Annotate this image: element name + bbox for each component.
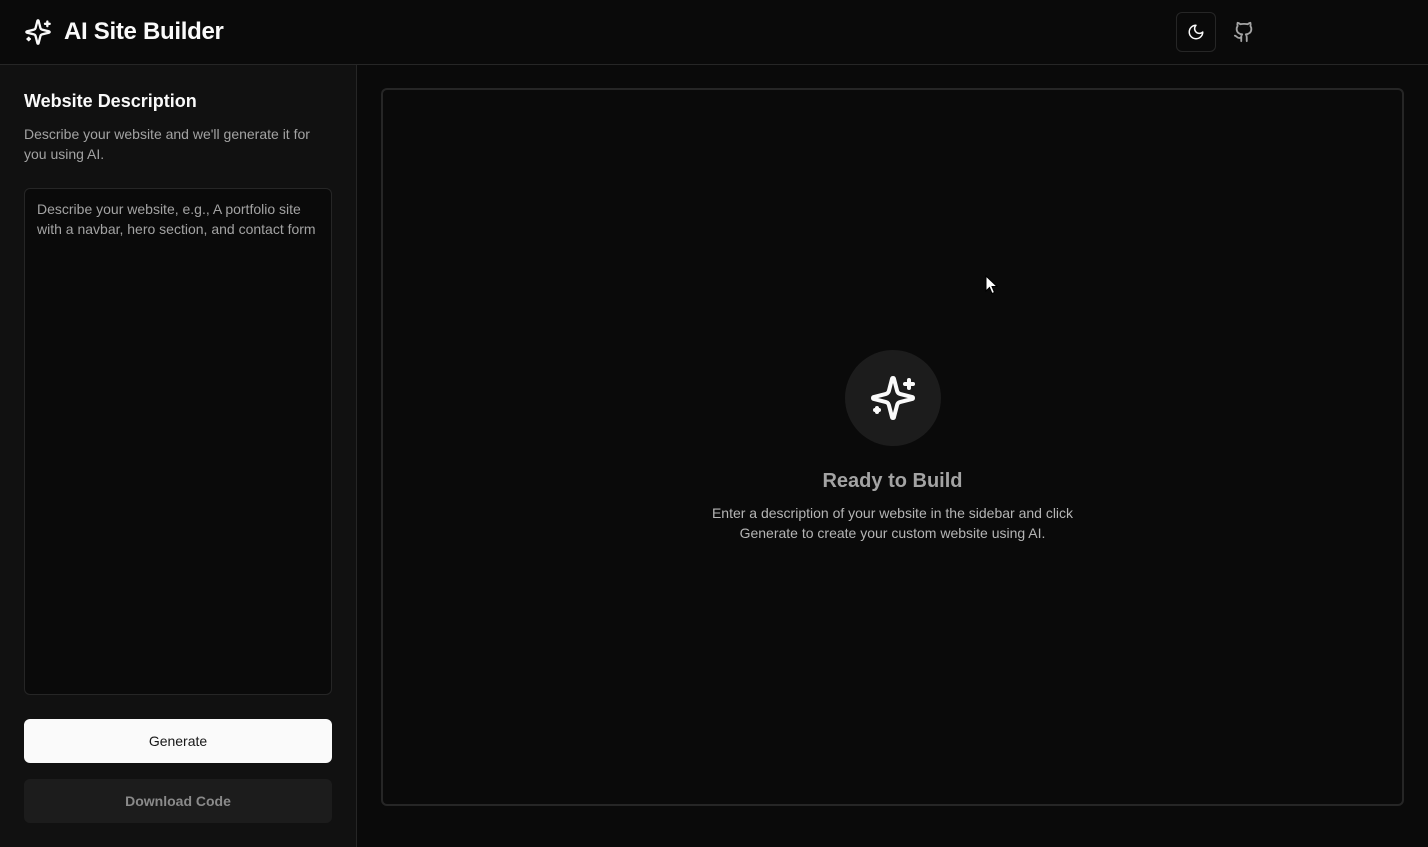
empty-state: Ready to Build Enter a description of yo…: [383, 350, 1402, 543]
empty-state-description: Enter a description of your website in t…: [711, 505, 1074, 541]
github-icon: [1233, 21, 1253, 43]
main-area: Ready to Build Enter a description of yo…: [357, 65, 1428, 847]
website-description-input[interactable]: [24, 188, 332, 695]
app-header: AI Site Builder: [0, 0, 1428, 65]
download-code-button[interactable]: Download Code: [24, 779, 332, 823]
github-link[interactable]: [1224, 12, 1264, 52]
sidebar-description: Describe your website and we'll generate…: [24, 126, 310, 162]
generate-button[interactable]: Generate: [24, 719, 332, 763]
brand: AI Site Builder: [24, 16, 224, 48]
app-title: AI Site Builder: [64, 18, 224, 45]
theme-toggle-button[interactable]: [1176, 12, 1216, 52]
empty-state-title: Ready to Build: [822, 470, 963, 492]
empty-state-icon-circle: [844, 350, 941, 446]
moon-icon: [1188, 24, 1204, 40]
sidebar: Website Description Describe your websit…: [0, 65, 357, 847]
sparkles-icon: [25, 19, 51, 45]
sparkles-icon: [870, 376, 915, 420]
preview-panel: Ready to Build Enter a description of yo…: [381, 88, 1404, 806]
sidebar-title: Website Description: [24, 91, 197, 111]
